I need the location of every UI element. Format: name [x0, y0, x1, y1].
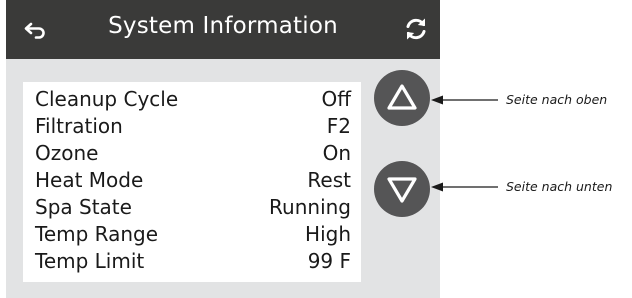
info-value: Off — [321, 87, 351, 111]
annotation-label: Seite nach unten — [506, 179, 613, 194]
info-label: Heat Mode — [35, 168, 144, 192]
info-row-filtration: Filtration F2 — [35, 114, 351, 139]
info-row-spa-state: Spa State Running — [35, 195, 351, 220]
info-row-temp-range: Temp Range High — [35, 222, 351, 247]
left-arrow-icon — [431, 95, 498, 105]
info-value: 99 F — [307, 249, 351, 273]
info-row-cleanup-cycle: Cleanup Cycle Off — [35, 87, 351, 112]
info-label: Filtration — [35, 114, 123, 138]
page-title: System Information — [108, 13, 338, 39]
info-value: Running — [269, 195, 351, 219]
left-arrow-icon — [431, 182, 498, 192]
title-bar: System Information — [6, 0, 440, 59]
info-row-heat-mode: Heat Mode Rest — [35, 168, 351, 193]
info-label: Temp Range — [35, 222, 159, 246]
page-up-button[interactable] — [374, 70, 430, 126]
triangle-up-icon — [387, 84, 417, 110]
info-label: Spa State — [35, 195, 132, 219]
info-label: Cleanup Cycle — [35, 87, 179, 111]
refresh-icon — [406, 18, 426, 40]
info-value: High — [305, 222, 351, 246]
info-row-temp-limit: Temp Limit 99 F — [35, 249, 351, 274]
info-value: On — [322, 141, 351, 165]
info-label: Ozone — [35, 141, 99, 165]
refresh-button[interactable] — [401, 14, 431, 44]
info-row-ozone: Ozone On — [35, 141, 351, 166]
page-down-button[interactable] — [374, 161, 430, 217]
annotation-label: Seite nach oben — [506, 92, 608, 107]
info-label: Temp Limit — [35, 249, 145, 273]
triangle-down-icon — [387, 177, 417, 203]
info-value: Rest — [307, 168, 351, 192]
system-info-panel: Cleanup Cycle Off Filtration F2 Ozone On… — [23, 82, 361, 282]
spa-control-screen: System Information Cleanup Cycle Off Fil… — [6, 0, 440, 298]
info-value: F2 — [326, 114, 351, 138]
